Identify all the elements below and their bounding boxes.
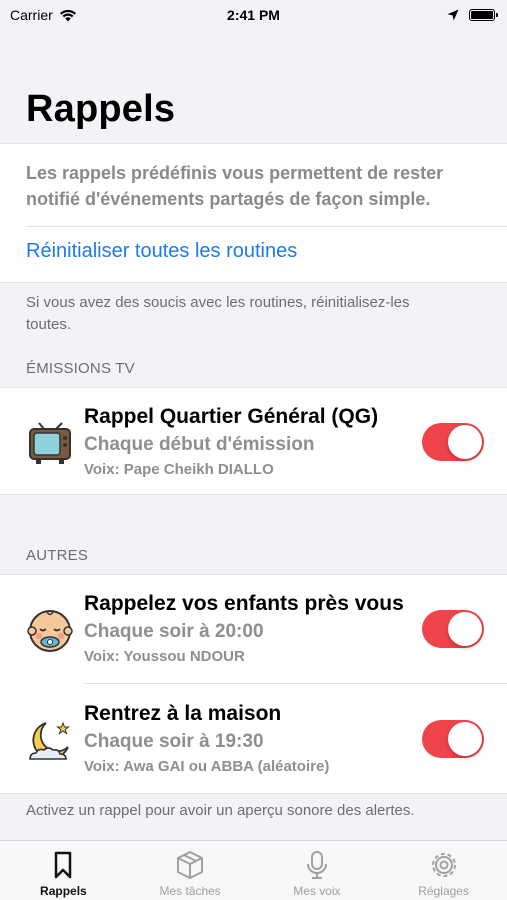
- status-bar: Carrier 2:41 PM: [0, 0, 507, 30]
- reminder-row-children[interactable]: Rappelez vos enfants près vous Chaque so…: [0, 575, 507, 683]
- reminder-row-home[interactable]: Rentrez à la maison Chaque soir à 19:30 …: [0, 685, 507, 793]
- wifi-icon: [59, 9, 76, 21]
- reset-note: Si vous avez des soucis avec les routine…: [26, 294, 410, 333]
- battery-fill: [471, 11, 493, 19]
- box-icon: [177, 851, 204, 879]
- status-left: Carrier: [10, 7, 77, 23]
- microphone-icon: [306, 851, 327, 879]
- toggle-knob: [448, 612, 482, 646]
- reminder-voice: Voix: Awa GAI ou ABBA (aléatoire): [84, 758, 330, 775]
- tab-label: Rappels: [40, 884, 87, 898]
- reminder-schedule: Chaque soir à 19:30: [84, 731, 264, 752]
- gear-icon: [431, 853, 456, 877]
- page-title: Rappels: [26, 88, 176, 130]
- reset-routines-link[interactable]: Réinitialiser toutes les routines: [26, 240, 297, 263]
- toggle-knob: [448, 722, 482, 756]
- divider: [26, 226, 507, 227]
- carrier-label: Carrier: [10, 7, 53, 23]
- reminder-title: Rentrez à la maison: [84, 702, 282, 725]
- intro-text: Les rappels prédéfinis vous permettent d…: [26, 163, 444, 209]
- tab-reglages[interactable]: Réglages: [380, 841, 507, 900]
- reminder-title: Rappel Quartier Général (QG): [84, 405, 379, 428]
- status-right: [447, 9, 498, 21]
- footer-note: Activez un rappel pour avoir un aperçu s…: [26, 802, 415, 819]
- tv-icon: [29, 422, 71, 464]
- section-header-tv: ÉMISSIONS TV: [26, 360, 135, 377]
- tv-reminders-card: Rappel Quartier Général (QG) Chaque débu…: [0, 387, 507, 495]
- reminder-row-qg[interactable]: Rappel Quartier Général (QG) Chaque débu…: [0, 388, 507, 496]
- baby-icon: [27, 610, 73, 652]
- tab-label: Réglages: [418, 884, 469, 898]
- reminder-toggle-home[interactable]: [422, 720, 484, 758]
- bookmark-icon: [55, 851, 72, 879]
- row-divider: [84, 683, 507, 684]
- battery-icon: [469, 9, 498, 21]
- tab-rappels[interactable]: Rappels: [0, 841, 127, 900]
- reminder-schedule: Chaque soir à 20:00: [84, 621, 264, 642]
- reminder-schedule: Chaque début d'émission: [84, 434, 315, 455]
- tab-label: Mes voix: [293, 884, 341, 898]
- tab-mes-taches[interactable]: Mes tâches: [127, 841, 254, 900]
- reminder-toggle-children[interactable]: [422, 610, 484, 648]
- other-reminders-card: Rappelez vos enfants près vous Chaque so…: [0, 574, 507, 794]
- moon-icon: [29, 721, 70, 760]
- tab-label: Mes tâches: [159, 884, 221, 898]
- location-arrow-icon: [447, 9, 459, 21]
- reminder-voice: Voix: Pape Cheikh DIALLO: [84, 461, 274, 478]
- toggle-knob: [448, 425, 482, 459]
- section-header-autres: AUTRES: [26, 547, 89, 564]
- tab-mes-voix[interactable]: Mes voix: [254, 841, 381, 900]
- reminder-toggle-qg[interactable]: [422, 423, 484, 461]
- reminder-voice: Voix: Youssou NDOUR: [84, 648, 245, 665]
- reminder-title: Rappelez vos enfants près vous: [84, 592, 404, 615]
- tab-bar: Rappels Mes tâches Mes voix Réglages: [0, 840, 507, 900]
